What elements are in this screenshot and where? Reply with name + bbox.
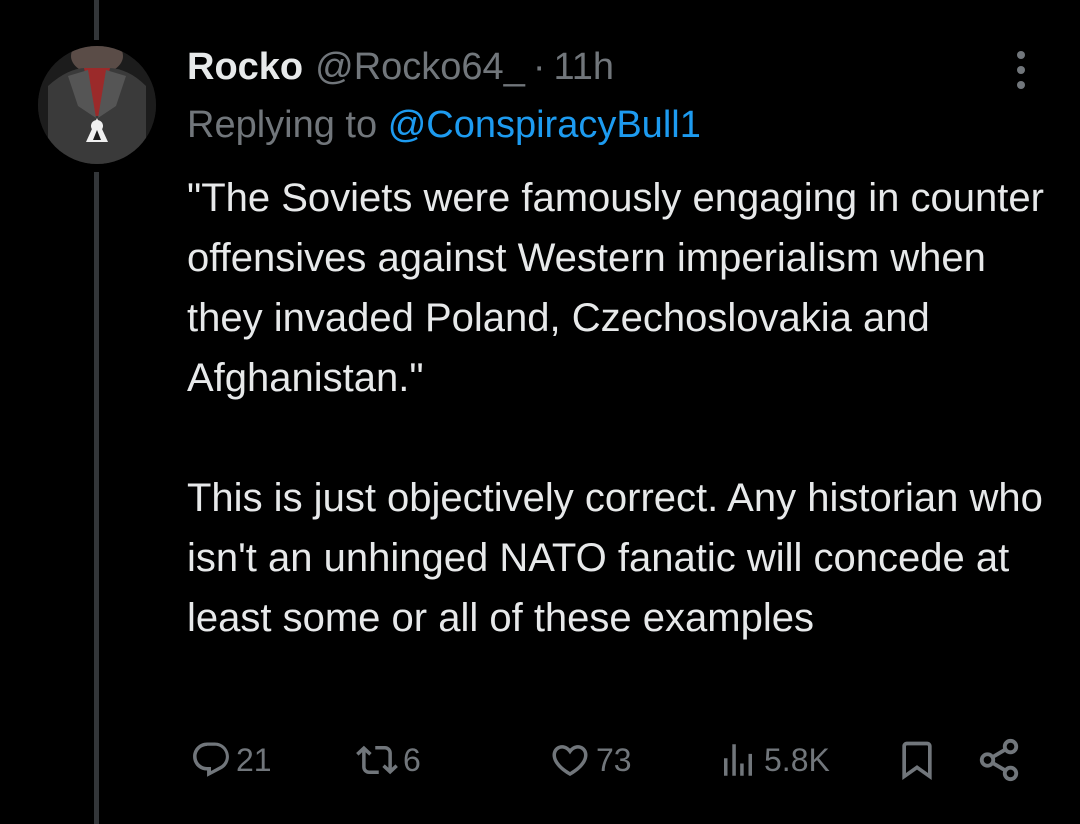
tweet-header: Rocko @Rocko64_ · 11h <box>187 40 614 94</box>
heart-icon <box>552 745 588 777</box>
tweet-text: "The Soviets were famously engaging in c… <box>187 176 1044 640</box>
separator-dot: · <box>532 45 546 88</box>
author-name[interactable]: Rocko <box>187 46 303 89</box>
repost-count: 6 <box>403 741 421 778</box>
avatar-image <box>38 46 156 164</box>
views-icon <box>724 744 752 776</box>
bookmark-button[interactable] <box>895 730 939 790</box>
thread-line-bottom <box>94 172 99 824</box>
share-icon <box>979 738 1019 782</box>
thread-line-top <box>94 0 99 40</box>
repost-button[interactable]: 6 <box>355 730 421 790</box>
share-button[interactable] <box>975 730 1023 790</box>
reply-icon <box>193 742 229 777</box>
more-icon <box>1017 51 1025 89</box>
like-count: 73 <box>596 741 632 778</box>
action-bar: 21 6 73 5.8K <box>0 730 1080 790</box>
views-count: 5.8K <box>764 741 830 778</box>
more-options-button[interactable] <box>1004 48 1038 92</box>
bookmark-icon <box>902 741 932 781</box>
like-button[interactable]: 73 <box>548 730 632 790</box>
author-handle[interactable]: @Rocko64_ <box>315 46 525 89</box>
replying-to-mention[interactable]: @ConspiracyBull1 <box>388 104 701 146</box>
reply-count: 21 <box>236 741 272 778</box>
replying-to-line: Replying to @ConspiracyBull1 <box>187 104 701 147</box>
repost-icon <box>356 745 398 775</box>
reply-button[interactable]: 21 <box>190 730 272 790</box>
views-button[interactable]: 5.8K <box>716 730 830 790</box>
avatar[interactable] <box>38 46 156 164</box>
timestamp[interactable]: 11h <box>553 46 614 89</box>
replying-prefix: Replying to <box>187 104 378 146</box>
